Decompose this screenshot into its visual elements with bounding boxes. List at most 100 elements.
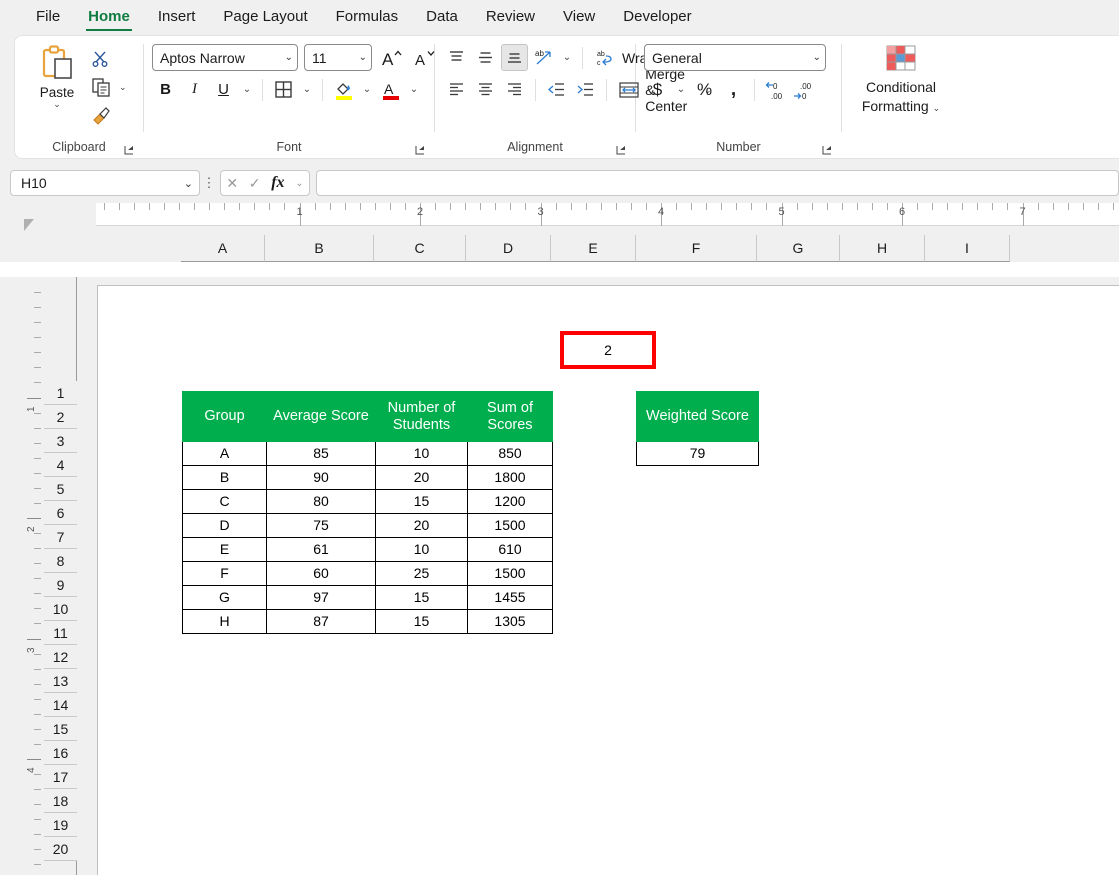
ribbon-tab-page-layout[interactable]: Page Layout xyxy=(209,4,321,31)
chevron-down-icon[interactable]: ⌄ xyxy=(53,100,61,109)
currency-format-button[interactable]: $ xyxy=(644,76,671,103)
ribbon-tab-formulas[interactable]: Formulas xyxy=(322,4,413,31)
row-header-20[interactable]: 20 xyxy=(44,837,77,861)
align-center-button[interactable] xyxy=(472,76,499,103)
column-header-E[interactable]: E xyxy=(551,235,636,262)
close-icon[interactable]: ✕ xyxy=(226,175,238,192)
ribbon-tab-file[interactable]: File xyxy=(22,4,74,31)
table-cell[interactable]: D xyxy=(182,513,267,538)
conditional-formatting-button[interactable]: Conditional Formatting ⌄ xyxy=(849,44,953,116)
chevron-down-icon[interactable]: ⌄ xyxy=(295,178,303,189)
borders-dropdown-chevron-icon[interactable]: ⌄ xyxy=(299,76,315,103)
row-header-19[interactable]: 19 xyxy=(44,813,77,837)
align-top-button[interactable] xyxy=(443,44,470,71)
row-header-2[interactable]: 2 xyxy=(44,405,77,429)
row-header-11[interactable]: 11 xyxy=(44,621,77,645)
bold-button[interactable]: B xyxy=(152,76,179,103)
increase-indent-button[interactable] xyxy=(572,76,599,103)
vertical-ruler[interactable]: 1 2 3 4 xyxy=(24,277,44,875)
paste-button[interactable]: Paste ⌄ xyxy=(29,44,85,109)
ribbon-tab-view[interactable]: View xyxy=(549,4,609,31)
row-header-5[interactable]: 5 xyxy=(44,477,77,501)
row-header-15[interactable]: 15 xyxy=(44,717,77,741)
cut-button[interactable] xyxy=(91,46,127,72)
chevron-down-icon[interactable]: ⌄ xyxy=(281,52,293,63)
number-format-combobox[interactable]: General ⌄ xyxy=(644,44,826,71)
borders-button[interactable] xyxy=(270,76,297,103)
comma-format-button[interactable]: , xyxy=(720,76,747,103)
table-cell[interactable]: 20 xyxy=(375,513,468,538)
ribbon-tab-data[interactable]: Data xyxy=(412,4,472,31)
percent-format-button[interactable]: % xyxy=(691,76,718,103)
number-dialog-launcher[interactable] xyxy=(821,144,833,156)
table-cell[interactable]: 1500 xyxy=(467,561,553,586)
check-icon[interactable]: ✓ xyxy=(249,175,261,192)
table-cell[interactable]: 15 xyxy=(375,609,468,634)
decrease-indent-button[interactable] xyxy=(543,76,570,103)
column-header-H[interactable]: H xyxy=(840,235,925,262)
table-cell[interactable]: 1500 xyxy=(467,513,553,538)
row-header-10[interactable]: 10 xyxy=(44,597,77,621)
row-header-8[interactable]: 8 xyxy=(44,549,77,573)
font-color-button[interactable]: A xyxy=(377,76,404,103)
formula-bar-options-icon[interactable]: ⋮ xyxy=(200,175,218,191)
column-header-C[interactable]: C xyxy=(374,235,466,262)
table-cell[interactable]: 1455 xyxy=(467,585,553,610)
align-bottom-button[interactable] xyxy=(501,44,528,71)
table-cell[interactable]: E xyxy=(182,537,267,562)
currency-dropdown-chevron-icon[interactable]: ⌄ xyxy=(673,76,689,103)
ribbon-tab-review[interactable]: Review xyxy=(472,4,549,31)
text-orientation-button[interactable]: ab xyxy=(530,44,557,71)
table-cell[interactable]: 85 xyxy=(266,441,376,466)
chevron-down-icon[interactable]: ⌄ xyxy=(184,177,193,190)
fx-icon[interactable]: fx xyxy=(271,174,284,192)
ribbon-tab-insert[interactable]: Insert xyxy=(144,4,210,31)
name-box[interactable]: H10 ⌄ xyxy=(10,170,200,196)
formula-input[interactable] xyxy=(316,170,1119,196)
chevron-down-icon[interactable]: ⌄ xyxy=(809,52,821,63)
increase-decimal-button[interactable]: .00 0 xyxy=(791,76,818,103)
table-cell[interactable]: 97 xyxy=(266,585,376,610)
clipboard-dialog-launcher[interactable] xyxy=(123,144,135,156)
column-header-I[interactable]: I xyxy=(925,235,1010,262)
column-header-F[interactable]: F xyxy=(636,235,757,262)
row-header-13[interactable]: 13 xyxy=(44,669,77,693)
table-cell[interactable]: 60 xyxy=(266,561,376,586)
format-painter-button[interactable] xyxy=(91,102,127,128)
copy-button[interactable]: ⌄ xyxy=(91,74,127,100)
ribbon-tab-developer[interactable]: Developer xyxy=(609,4,705,31)
table-cell[interactable]: 10 xyxy=(375,441,468,466)
main-data-table[interactable]: Group Average Score Number of Students Sum … xyxy=(182,391,553,634)
table-cell[interactable]: 10 xyxy=(375,537,468,562)
row-header-6[interactable]: 6 xyxy=(44,501,77,525)
table-cell[interactable]: 850 xyxy=(467,441,553,466)
table-cell[interactable]: H xyxy=(182,609,267,634)
table-cell[interactable]: G xyxy=(182,585,267,610)
alignment-dialog-launcher[interactable] xyxy=(615,144,627,156)
column-header-B[interactable]: B xyxy=(265,235,374,262)
horizontal-ruler[interactable]: 1 2 3 4 5 6 7 xyxy=(96,203,1119,226)
row-header-9[interactable]: 9 xyxy=(44,573,77,597)
row-header-18[interactable]: 18 xyxy=(44,789,77,813)
align-right-button[interactable] xyxy=(501,76,528,103)
column-header-A[interactable]: A xyxy=(181,235,265,262)
table-cell[interactable]: 610 xyxy=(467,537,553,562)
column-header-D[interactable]: D xyxy=(466,235,551,262)
row-header-4[interactable]: 4 xyxy=(44,453,77,477)
row-header-1[interactable]: 1 xyxy=(44,381,77,405)
fill-color-dropdown-chevron-icon[interactable]: ⌄ xyxy=(359,76,375,103)
ribbon-tab-home[interactable]: Home xyxy=(74,4,144,31)
font-size-combobox[interactable]: 11 ⌄ xyxy=(304,44,372,71)
row-header-16[interactable]: 16 xyxy=(44,741,77,765)
table-cell[interactable]: 15 xyxy=(375,489,468,514)
copy-dropdown-chevron-icon[interactable]: ⌄ xyxy=(119,83,127,92)
weighted-score-value[interactable]: 79 xyxy=(636,441,759,466)
table-cell[interactable]: 20 xyxy=(375,465,468,490)
weighted-score-table[interactable]: Weighted Score 79 xyxy=(636,391,759,466)
table-cell[interactable]: C xyxy=(182,489,267,514)
row-header-17[interactable]: 17 xyxy=(44,765,77,789)
decrease-decimal-button[interactable]: 0 .00 xyxy=(762,76,789,103)
font-name-combobox[interactable]: Aptos Narrow ⌄ xyxy=(152,44,298,71)
table-cell[interactable]: 15 xyxy=(375,585,468,610)
increase-font-size-button[interactable]: A xyxy=(378,44,405,71)
